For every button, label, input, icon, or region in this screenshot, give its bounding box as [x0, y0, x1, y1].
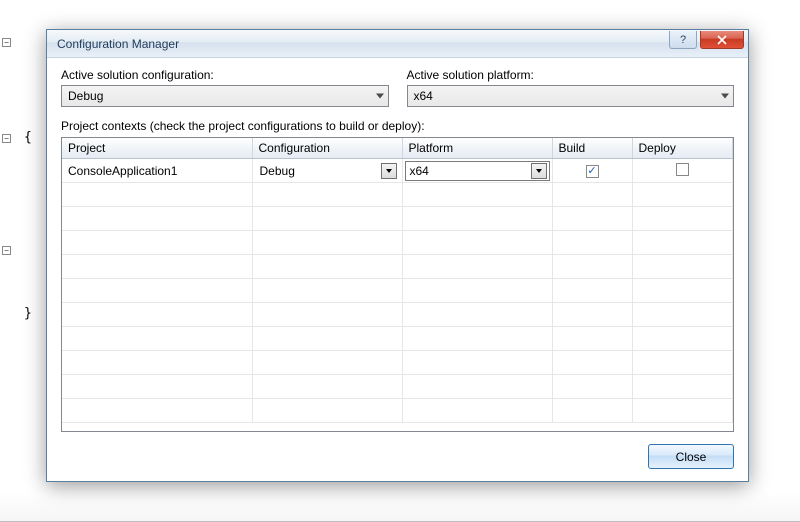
help-icon: ?	[680, 34, 686, 46]
project-contexts-grid: Project Configuration Platform Build Dep…	[61, 137, 734, 432]
column-header-build[interactable]: Build	[552, 138, 632, 159]
table-header-row: Project Configuration Platform Build Dep…	[62, 138, 733, 159]
column-header-configuration[interactable]: Configuration	[252, 138, 402, 159]
table-row-empty	[62, 375, 733, 399]
chevron-down-icon	[376, 94, 384, 99]
dropdown-button[interactable]	[531, 163, 547, 179]
table-row-empty	[62, 351, 733, 375]
table-row-empty	[62, 231, 733, 255]
fold-icon[interactable]: −	[2, 246, 11, 255]
chevron-down-icon	[536, 169, 542, 173]
active-config-label: Active solution configuration:	[61, 68, 389, 82]
window-close-button[interactable]	[700, 31, 744, 49]
column-header-platform[interactable]: Platform	[402, 138, 552, 159]
page-edge-shadow	[0, 492, 800, 522]
table-row-empty	[62, 183, 733, 207]
table-row-empty	[62, 207, 733, 231]
dialog-title: Configuration Manager	[57, 37, 669, 51]
active-config-dropdown[interactable]: Debug	[61, 85, 389, 107]
table-row-empty	[62, 303, 733, 327]
close-icon	[717, 35, 727, 45]
deploy-checkbox[interactable]	[676, 163, 689, 176]
active-platform-value: x64	[414, 89, 433, 103]
cell-platform-dropdown[interactable]: x64	[405, 161, 550, 181]
close-button-label: Close	[676, 450, 707, 464]
column-header-project[interactable]: Project	[62, 138, 252, 159]
table-row-empty	[62, 327, 733, 351]
active-platform-label: Active solution platform:	[407, 68, 735, 82]
dropdown-button[interactable]	[381, 163, 397, 179]
table-row-empty	[62, 399, 733, 423]
cell-platform-value: x64	[410, 164, 429, 178]
table-row-empty	[62, 255, 733, 279]
close-button[interactable]: Close	[648, 444, 734, 469]
table-row-empty	[62, 279, 733, 303]
help-button[interactable]: ?	[669, 31, 697, 49]
fold-icon[interactable]: −	[2, 38, 11, 47]
column-header-deploy[interactable]: Deploy	[632, 138, 733, 159]
chevron-down-icon	[721, 94, 729, 99]
cell-configuration-value: Debug	[260, 164, 295, 178]
table-row: ConsoleApplication1 Debug x64	[62, 159, 733, 183]
dialog-titlebar[interactable]: Configuration Manager ?	[47, 30, 748, 58]
fold-icon[interactable]: −	[2, 134, 11, 143]
cell-configuration-dropdown[interactable]: Debug	[255, 161, 400, 181]
build-checkbox[interactable]	[586, 165, 599, 178]
configuration-manager-dialog: Configuration Manager ? Active solution …	[46, 29, 749, 482]
chevron-down-icon	[386, 169, 392, 173]
project-contexts-label: Project contexts (check the project conf…	[61, 119, 734, 133]
code-brace: }	[24, 306, 32, 321]
cell-project[interactable]: ConsoleApplication1	[62, 159, 252, 183]
active-platform-dropdown[interactable]: x64	[407, 85, 735, 107]
active-config-value: Debug	[68, 89, 103, 103]
